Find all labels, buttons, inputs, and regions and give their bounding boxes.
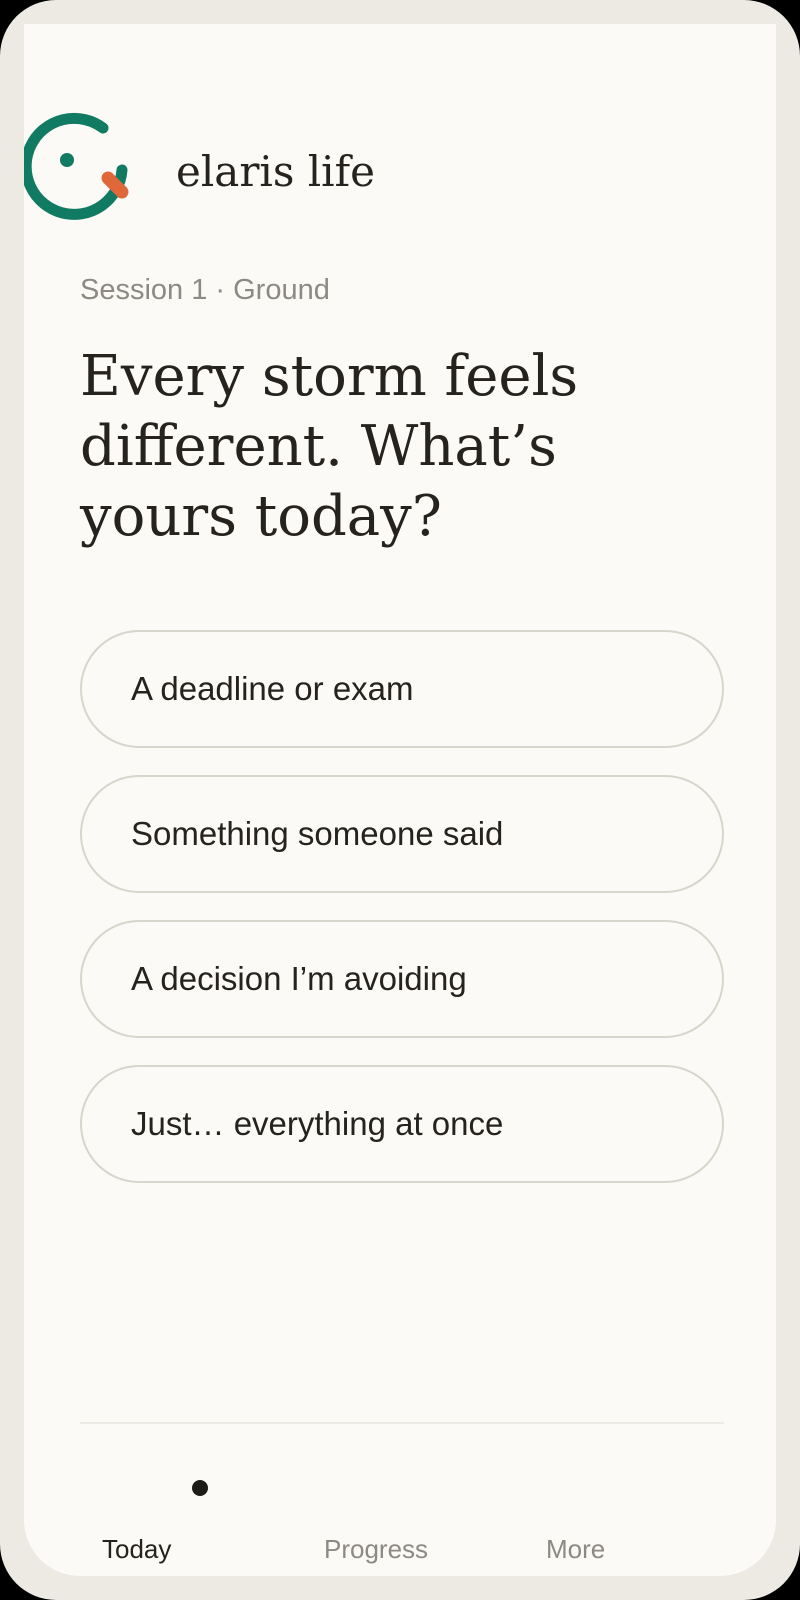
option-deadline-button[interactable]: A deadline or exam (80, 630, 724, 748)
session-label: Session 1 · Ground (80, 274, 330, 306)
option-someone-said-button[interactable]: Something someone said (80, 775, 724, 893)
tab-more[interactable]: More (546, 1534, 605, 1565)
question-heading: Every storm feels different. What’s your… (80, 344, 579, 549)
smile-logo-icon (24, 112, 129, 220)
option-decision-button[interactable]: A decision I’m avoiding (80, 920, 724, 1038)
nav-divider (80, 1422, 724, 1424)
brand-name: elaris life (176, 147, 376, 196)
app-screen: elaris life Session 1 · Ground Every sto… (24, 24, 776, 1576)
active-tab-indicator (192, 1480, 208, 1496)
tab-progress[interactable]: Progress (324, 1534, 428, 1565)
device-frame: elaris life Session 1 · Ground Every sto… (0, 0, 800, 1600)
tab-today[interactable]: Today (102, 1534, 171, 1565)
option-everything-button[interactable]: Just… everything at once (80, 1065, 724, 1183)
answer-options: A deadline or exam Something someone sai… (80, 630, 724, 1210)
